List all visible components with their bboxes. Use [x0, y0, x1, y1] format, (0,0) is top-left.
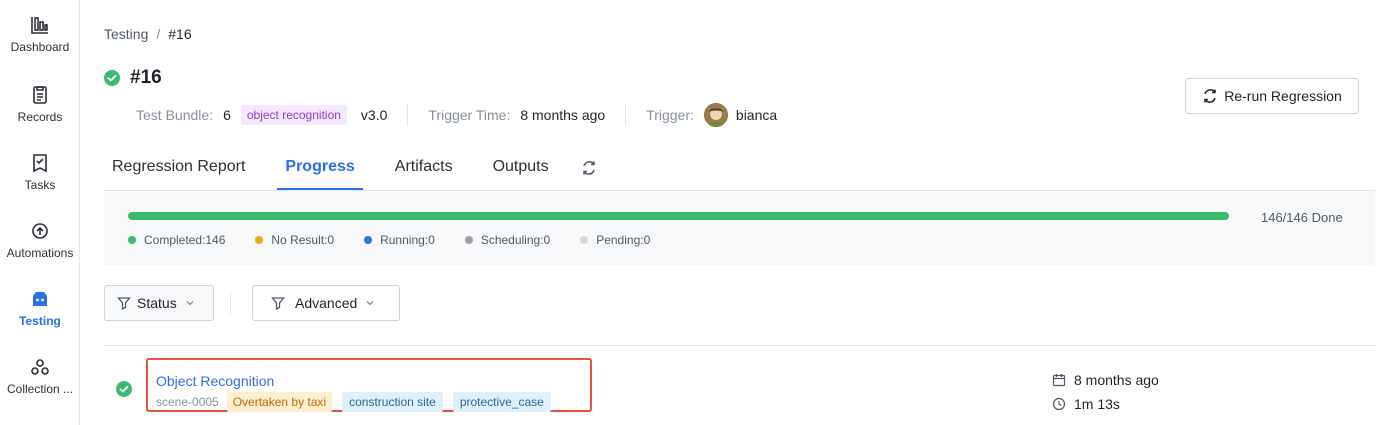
legend-label: No Result:0 — [271, 233, 335, 247]
tab-bar: Regression Report Progress Artifacts Out… — [104, 150, 597, 190]
tab-regression-report[interactable]: Regression Report — [104, 150, 253, 190]
sidebar-item-label: Testing — [19, 314, 61, 328]
filter-divider — [230, 292, 231, 314]
avatar — [703, 103, 728, 127]
sidebar-item-collection[interactable]: Collection ... — [0, 356, 80, 416]
sidebar-item-dashboard[interactable]: Dashboard — [0, 14, 80, 74]
refresh-icon — [1204, 89, 1216, 103]
collection-icon — [31, 359, 49, 375]
page-title: #16 — [130, 67, 162, 88]
legend-label: Scheduling:0 — [480, 233, 551, 247]
trigger-time-label: Trigger Time: — [428, 107, 511, 123]
clock-icon — [1052, 397, 1066, 411]
divider — [407, 104, 409, 126]
chevron-down-icon — [366, 301, 374, 306]
filter-icon — [117, 297, 131, 310]
tabs-refresh-button[interactable] — [581, 150, 597, 190]
legend-label: Pending:0 — [596, 233, 651, 247]
legend-dot — [128, 236, 136, 244]
bundle-tag: object recognition — [240, 105, 347, 125]
breadcrumb-separator: / — [156, 26, 161, 42]
sidebar: Dashboard Records Tasks Automations Test… — [0, 0, 80, 425]
status-filter-button[interactable]: Status — [104, 285, 214, 321]
breadcrumb-current: #16 — [168, 26, 192, 42]
tag: construction site — [342, 392, 443, 412]
tab-progress[interactable]: Progress — [277, 150, 363, 190]
legend-pending: Pending:0 — [580, 233, 650, 247]
rerun-label: Re-run Regression — [1224, 88, 1342, 104]
sidebar-item-label: Automations — [6, 246, 74, 260]
result-duration: 1m 13s — [1052, 396, 1120, 412]
sidebar-item-testing[interactable]: Testing — [0, 288, 80, 348]
test-bundle-label: Test Bundle: — [136, 107, 214, 123]
automation-icon — [32, 223, 48, 239]
calendar-icon — [1052, 374, 1066, 387]
legend-scheduling: Scheduling:0 — [464, 233, 551, 247]
test-bundle-id: 6 — [223, 107, 231, 123]
bar-chart-icon — [31, 17, 48, 34]
breadcrumb: Testing / #16 — [104, 26, 192, 42]
divider — [625, 104, 627, 126]
result-title-link[interactable]: Object Recognition — [156, 373, 274, 389]
success-check-icon — [116, 381, 132, 397]
advanced-filter-button[interactable]: Advanced — [252, 285, 401, 321]
breadcrumb-parent[interactable]: Testing — [104, 26, 148, 42]
tag: protective_case — [452, 392, 551, 412]
bundle-version: v3.0 — [360, 107, 388, 123]
trigger-label: Trigger: — [646, 107, 694, 123]
progress-done-text: 146/146 Done — [1261, 210, 1343, 225]
legend-dot — [255, 236, 264, 244]
result-duration-text: 1m 13s — [1074, 396, 1120, 412]
status-filter-label: Status — [137, 295, 177, 311]
sidebar-item-label: Tasks — [24, 178, 56, 192]
chevron-down-icon — [186, 301, 194, 306]
progress-bar-fill — [128, 212, 1229, 220]
filter-icon — [271, 297, 285, 310]
testing-icon — [33, 292, 47, 306]
legend-label: Completed:146 — [144, 233, 226, 247]
tab-outputs[interactable]: Outputs — [485, 150, 557, 190]
clipboard-icon — [33, 86, 47, 104]
meta-row: Test Bundle: 6 object recognition v3.0 T… — [136, 103, 777, 127]
tab-artifacts[interactable]: Artifacts — [387, 150, 461, 190]
trigger-time: 8 months ago — [520, 107, 606, 123]
result-tags: scene-0005 Overtaken by taxi constructio… — [156, 392, 561, 412]
legend-dot — [364, 236, 373, 244]
legend-dot — [580, 236, 589, 244]
legend-completed: Completed:146 — [128, 233, 225, 247]
scene-id: scene-0005 — [156, 395, 219, 409]
sidebar-item-label: Dashboard — [10, 40, 70, 54]
legend-label: Running:0 — [380, 233, 435, 247]
list-divider — [104, 345, 1375, 346]
title-row: #16 — [104, 67, 162, 89]
rerun-regression-button[interactable]: Re-run Regression — [1185, 78, 1359, 114]
result-time-text: 8 months ago — [1074, 372, 1159, 388]
success-check-icon — [104, 70, 120, 86]
trigger-user[interactable]: bianca — [736, 107, 777, 123]
sidebar-item-tasks[interactable]: Tasks — [0, 152, 80, 212]
result-time: 8 months ago — [1052, 372, 1159, 388]
progress-legend: Completed:146 No Result:0 Running:0 Sche… — [128, 233, 680, 247]
advanced-filter-label: Advanced — [295, 295, 358, 311]
sidebar-item-label: Collection ... — [6, 382, 74, 396]
legend-dot — [464, 236, 473, 244]
sidebar-item-automations[interactable]: Automations — [0, 220, 80, 280]
tag: Overtaken by taxi — [226, 392, 333, 412]
refresh-icon — [582, 161, 595, 175]
progress-panel: 146/146 Done Completed:146 No Result:0 R… — [104, 191, 1375, 265]
sidebar-item-label: Records — [17, 110, 63, 124]
sidebar-item-records[interactable]: Records — [0, 84, 80, 144]
legend-no-result: No Result:0 — [255, 233, 334, 247]
progress-bar — [128, 212, 1229, 220]
task-icon — [33, 154, 47, 173]
legend-running: Running:0 — [364, 233, 435, 247]
main-content: Testing / #16 #16 Test Bundle: 6 object re… — [80, 0, 1399, 425]
